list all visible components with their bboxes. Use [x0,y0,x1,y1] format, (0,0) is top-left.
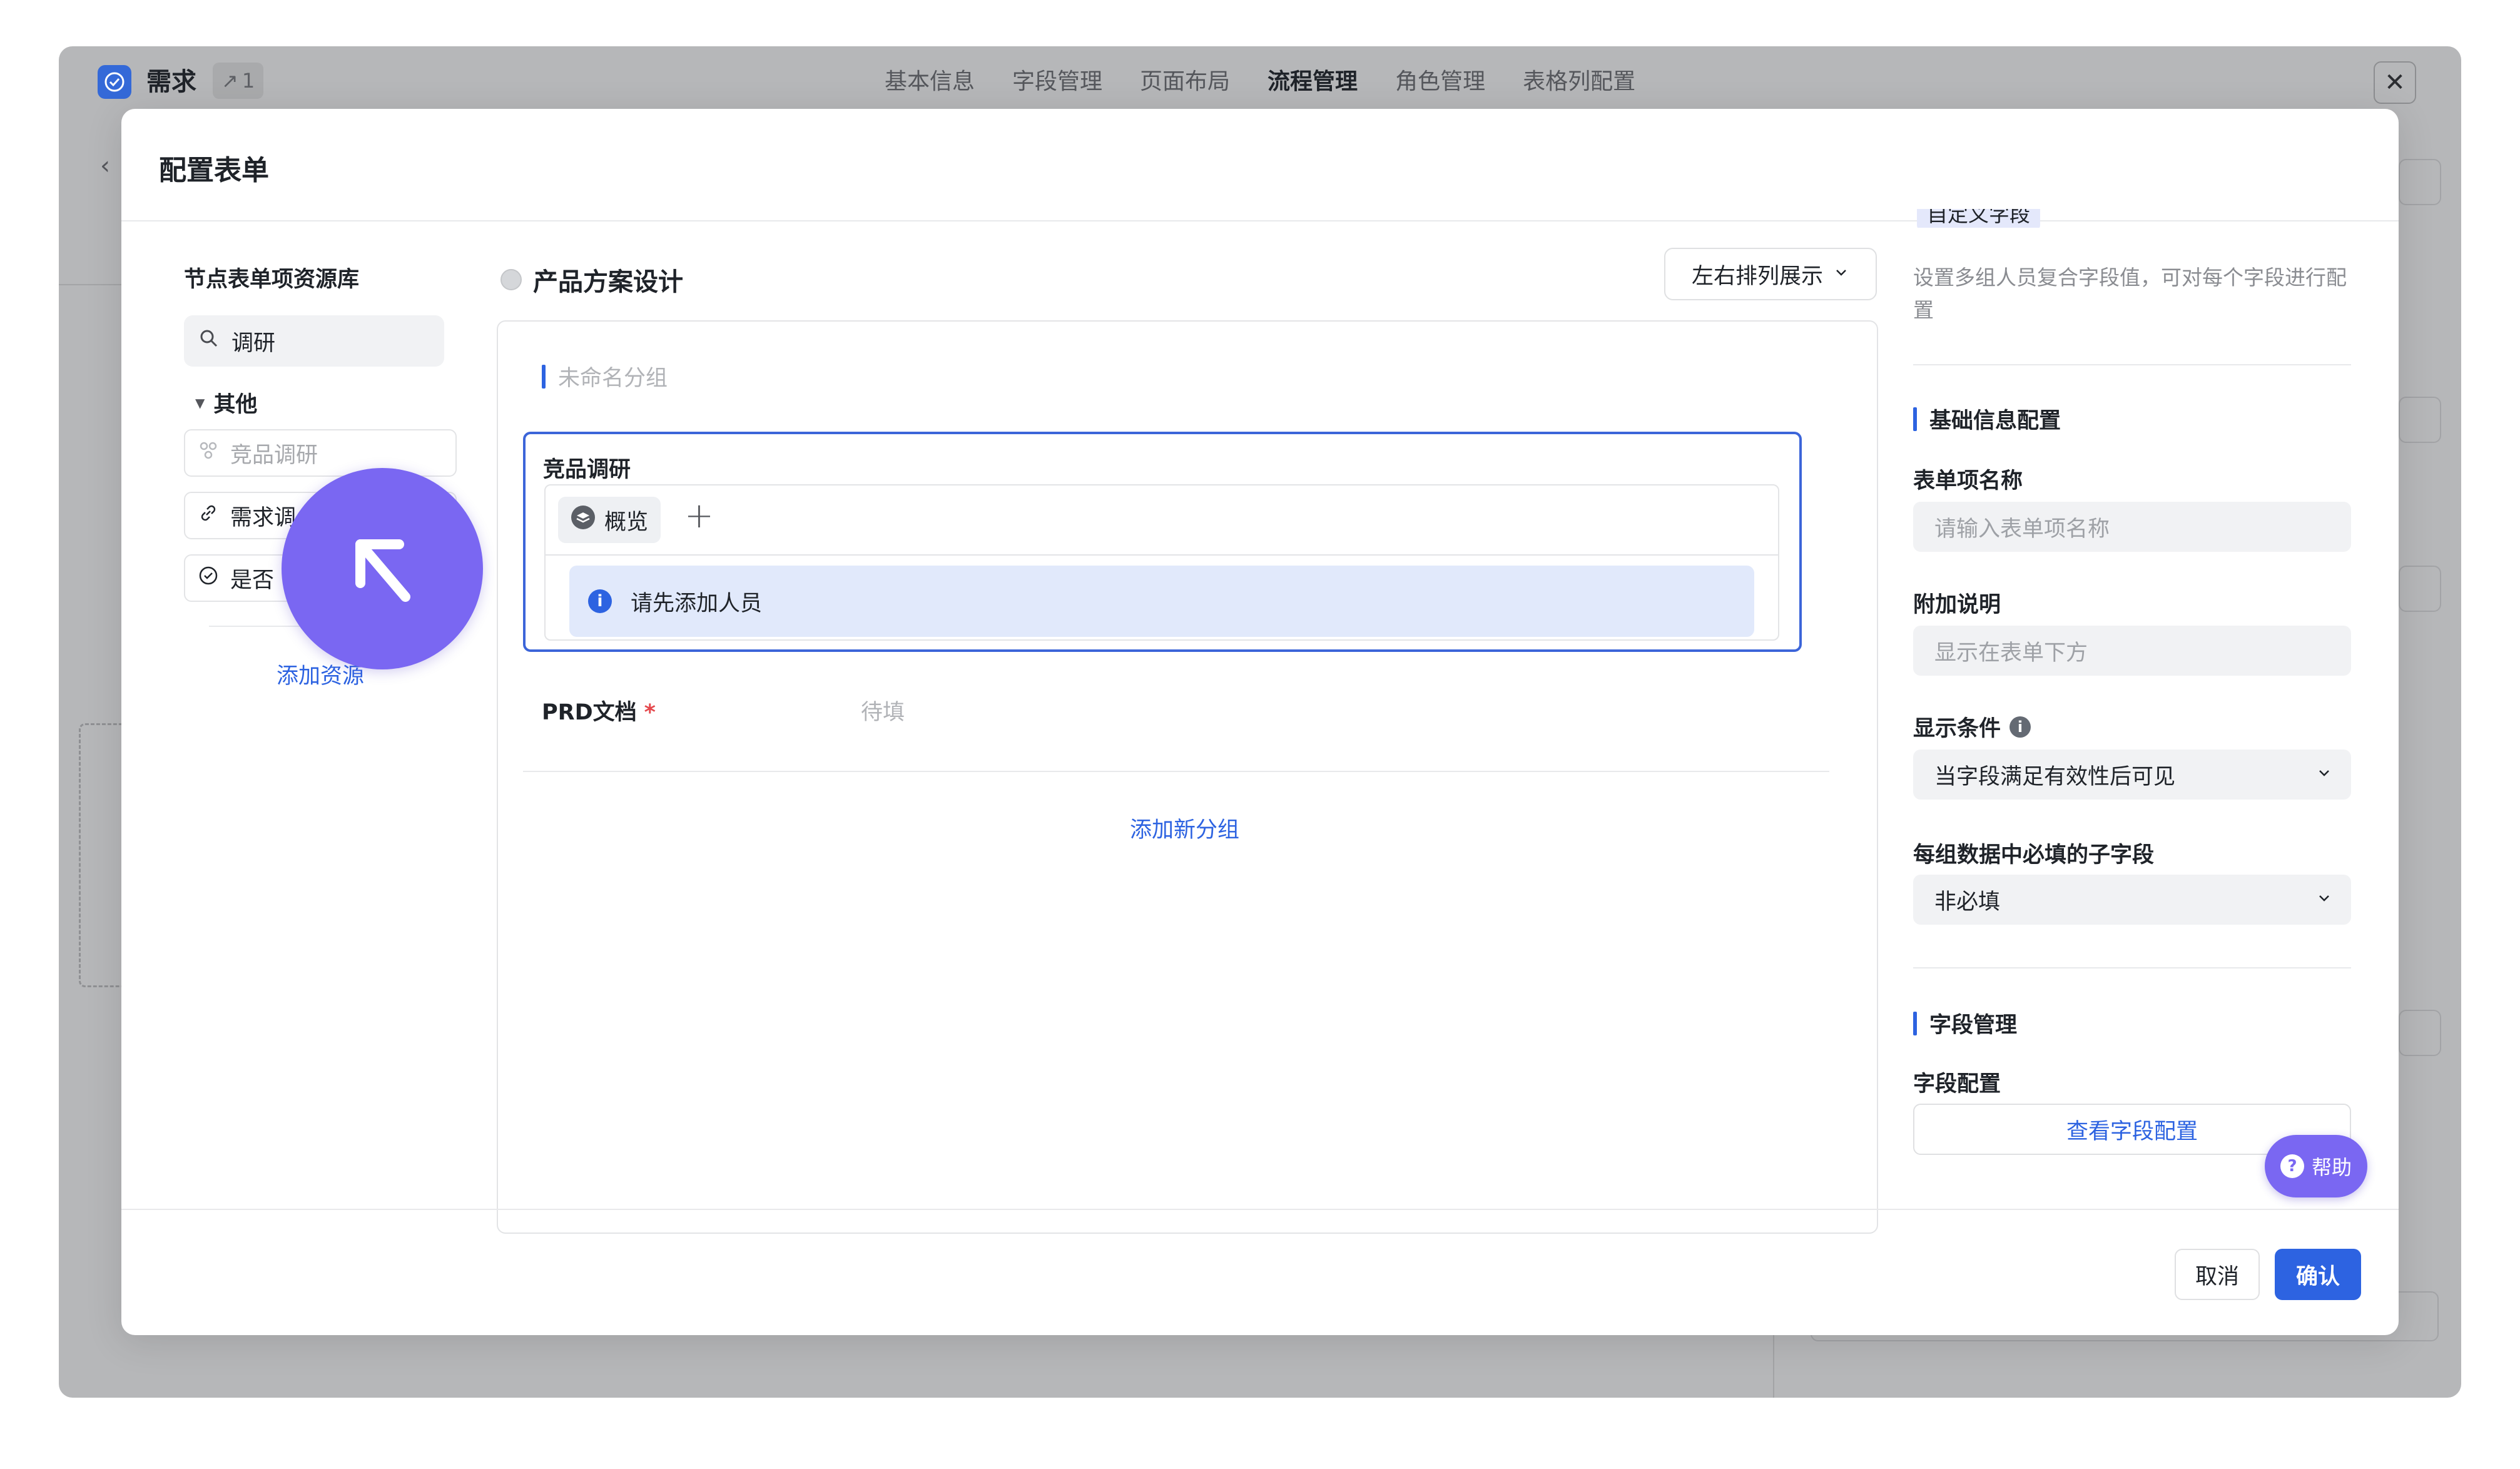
resource-item-competitor-research[interactable]: 竞品调研 [184,429,457,477]
share-count: 1 [241,69,255,93]
extra-note-input[interactable]: 显示在表单下方 [1913,626,2351,676]
required-subfield-select[interactable]: 非必填 [1913,875,2351,925]
layout-select-value: 左右排列展示 [1691,263,1823,289]
condition-label-text: 显示条件 [1913,716,2001,741]
divider [523,771,1829,772]
prd-label-text: PRD文档 [542,700,637,725]
share-icon: ↗ [221,69,238,93]
help-button[interactable]: ? 帮助 [2265,1135,2367,1197]
extra-placeholder: 显示在表单下方 [1934,640,2088,666]
section-basic-title: 基础信息配置 [1929,409,2061,434]
link-icon [198,502,219,529]
confirm-button[interactable]: 确认 [2275,1249,2361,1300]
tab-field-management[interactable]: 字段管理 [1012,65,1102,99]
section-basic-info: 基础信息配置 [1913,403,2061,435]
search-value: 调研 [231,330,276,356]
section-fields-title: 字段管理 [1929,1013,2018,1038]
accent-bar [1913,1011,1917,1035]
chevron-down-icon [2316,887,2332,912]
notice-banner: i 请先添加人员 [569,566,1754,637]
caret-down-icon: ▼ [195,395,205,410]
library-title: 节点表单项资源库 [184,267,360,292]
check-circle-icon [198,565,219,592]
share-badge[interactable]: ↗ 1 [213,63,264,99]
divider [121,1209,2399,1210]
notice-text: 请先添加人员 [631,591,763,616]
form-item-name-input[interactable]: 请输入表单项名称 [1913,502,2351,552]
accent-bar [1913,407,1917,431]
prd-field-value[interactable]: 待填 [861,694,905,726]
status-dot-icon [500,269,522,290]
layout-select[interactable]: 左右排列展示 [1664,248,1877,300]
add-tab-plus-icon[interactable]: + [684,496,714,536]
accent-bar [542,364,546,389]
required-subfield-label: 每组数据中必填的子字段 [1913,843,2155,868]
top-tabs: 基本信息 字段管理 页面布局 流程管理 角色管理 表格列配置 [885,65,1635,99]
condition-label: 显示条件 i [1913,711,2031,743]
field-config-label: 字段配置 [1913,1072,2001,1097]
field-label: 竞品调研 [543,457,631,482]
library-group-other[interactable]: ▼ 其他 [195,387,257,419]
tab-workflow-management[interactable]: 流程管理 [1268,65,1358,99]
back-chevron-icon[interactable]: ‹ [100,151,110,180]
field-type-tag-text: 自定义字段 [1917,209,2040,228]
app-logo-icon [98,65,131,99]
modal-title: 配置表单 [159,155,269,186]
chevron-down-icon [2316,762,2332,787]
tab-table-columns[interactable]: 表格列配置 [1523,65,1635,99]
info-icon: i [588,589,612,613]
form-title: 产品方案设计 [500,262,683,298]
library-search-input[interactable]: 调研 [184,315,444,367]
display-condition-select[interactable]: 当字段满足有效性后可见 [1913,750,2351,800]
extra-label: 附加说明 [1913,592,2001,618]
ghost-control [2399,566,2441,612]
window-header: 需求 ↗ 1 基本信息 字段管理 页面布局 流程管理 角色管理 表格列配置 ✕ [59,46,2461,109]
resource-label: 需求调 [230,505,297,531]
help-label: 帮助 [2311,1156,2352,1179]
tab-overview[interactable]: 概览 [558,497,661,543]
configure-form-modal: 配置表单 节点表单项资源库 调研 ▼ 其他 竞品调研 需求调 是否 添加资源 产… [121,109,2399,1335]
divider [1913,967,2351,968]
tab-page-layout[interactable]: 页面布局 [1140,65,1230,99]
field-type-tag: 自定义字段 [1917,209,2105,228]
group-name[interactable]: 未命名分组 [542,360,668,392]
close-icon: ✕ [2384,68,2406,97]
ghost-control [2399,1010,2441,1056]
resource-label: 竞品调研 [230,442,318,468]
section-field-management: 字段管理 [1913,1007,2017,1039]
form-title-text: 产品方案设计 [533,268,683,297]
name-placeholder: 请输入表单项名称 [1934,516,2110,542]
app-title: 需求 [146,68,196,96]
search-icon [199,328,219,354]
layers-icon [571,505,596,536]
group-label: 其他 [213,392,258,417]
cancel-button[interactable]: 取消 [2175,1249,2260,1300]
delete-button-ghost [2399,159,2441,205]
ghost-control [2399,397,2441,443]
tab-overview-label: 概览 [604,509,649,535]
info-icon[interactable]: i [2009,716,2031,738]
field-description: 设置多组人员复合字段值，可对每个字段进行配置 [1913,265,2347,322]
divider [546,554,1778,556]
tab-basic-info[interactable]: 基本信息 [885,65,975,99]
name-label: 表单项名称 [1913,469,2023,494]
people-icon [198,440,219,467]
tab-role-management[interactable]: 角色管理 [1395,65,1485,99]
group-name-text: 未命名分组 [558,366,668,391]
required-value: 非必填 [1934,889,2001,915]
required-asterisk: * [644,700,656,725]
resource-label: 是否 [230,567,275,593]
divider [1913,364,2351,365]
question-icon: ? [2280,1154,2304,1178]
add-group-link[interactable]: 添加新分组 [1130,812,1239,844]
condition-value: 当字段满足有效性后可见 [1934,764,2176,790]
chevron-down-icon [1833,262,1849,287]
prd-field-label: PRD文档 * [542,694,656,726]
cursor-arrow-icon [282,468,483,669]
close-button[interactable]: ✕ [2374,61,2416,104]
